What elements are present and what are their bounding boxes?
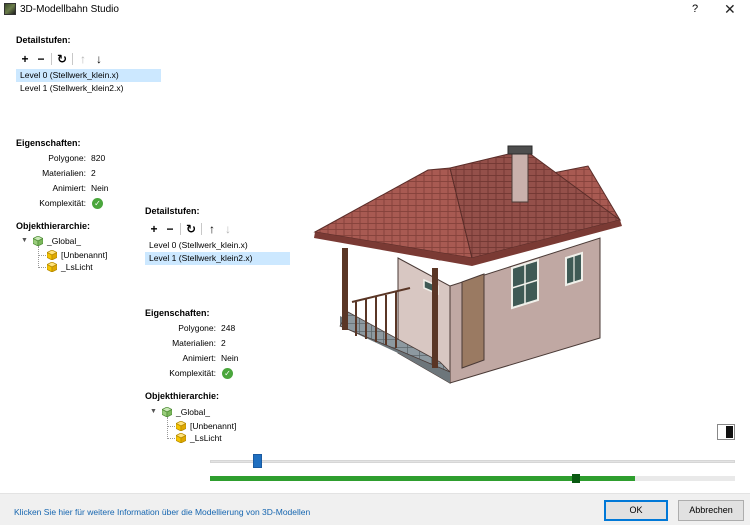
left-properties: Polygone: 820 Materialien: 2 Animiert: N… (0, 151, 150, 211)
add-level-icon[interactable]: + (148, 222, 160, 236)
complexity-ok-icon: ✓ (92, 198, 103, 209)
prop-row: Polygone: 248 (130, 321, 280, 336)
toolbar-separator (51, 53, 52, 65)
tree-line (167, 438, 175, 439)
middle-level-list: Level 0 (Stellwerk_klein.x) Level 1 (Ste… (145, 239, 290, 265)
level-item[interactable]: Level 0 (Stellwerk_klein.x) (145, 239, 290, 252)
tree-line (167, 426, 175, 427)
tree-node-child[interactable]: _LsLicht (61, 261, 93, 273)
window-title: 3D-Modellbahn Studio (20, 4, 119, 15)
prop-row: Animiert: Nein (130, 351, 280, 366)
prop-key: Polygone: (48, 153, 86, 163)
prop-value: 820 (91, 153, 106, 163)
prop-row: Polygone: 820 (0, 151, 150, 166)
tree-line (38, 267, 46, 268)
mesh-cube-icon (47, 262, 57, 272)
title-bar: 3D-Modellbahn Studio ? ✕ (0, 0, 750, 20)
close-button[interactable]: ✕ (724, 1, 736, 18)
lod-slider-thumb[interactable] (571, 474, 580, 483)
prop-value: Nein (221, 353, 239, 363)
middle-level-toolbar: + − ↻ ↑ ↓ (148, 222, 234, 236)
remove-level-icon[interactable]: − (164, 222, 176, 236)
prop-row: Komplexität: ✓ (130, 366, 280, 381)
help-button[interactable]: ? (692, 3, 698, 15)
prop-row: Materialien: 2 (130, 336, 280, 351)
level-item[interactable]: Level 1 (Stellwerk_klein2.x) (16, 82, 161, 95)
left-props-title: Eigenschaften: (16, 138, 81, 148)
ok-button[interactable]: OK (604, 500, 668, 521)
prop-row: Materialien: 2 (0, 166, 150, 181)
left-level-toolbar: + − ↻ ↑ ↓ (19, 52, 105, 66)
mesh-cube-icon (176, 433, 186, 443)
refresh-icon[interactable]: ↻ (56, 52, 68, 66)
left-object-tree: ▼ _Global_ [Unbenannt] _LsLicht (16, 234, 146, 274)
tree-node-child[interactable]: [Unbenannt] (61, 249, 107, 261)
complexity-ok-icon: ✓ (222, 368, 233, 379)
prop-key: Komplexität: (39, 198, 86, 208)
add-level-icon[interactable]: + (19, 52, 31, 66)
middle-properties: Polygone: 248 Materialien: 2 Animiert: N… (130, 321, 280, 381)
move-up-icon[interactable]: ↑ (206, 222, 218, 236)
prop-key: Polygone: (178, 323, 216, 333)
roof-left (313, 167, 473, 259)
tree-line (38, 255, 46, 256)
group-cube-icon (33, 236, 43, 246)
mesh-cube-icon (47, 250, 57, 260)
prop-key: Komplexität: (169, 368, 216, 378)
door (461, 273, 485, 369)
prop-value: 2 (91, 168, 96, 178)
tree-line (167, 417, 168, 439)
middle-props-title: Eigenschaften: (145, 308, 210, 318)
prop-value: 2 (221, 338, 226, 348)
compare-slider-track[interactable] (210, 460, 735, 463)
app-icon (4, 3, 16, 15)
refresh-icon[interactable]: ↻ (185, 222, 197, 236)
prop-key: Materialien: (172, 338, 216, 348)
tree-expand-icon[interactable]: ▼ (150, 408, 157, 415)
tree-node-root[interactable]: _Global_ (176, 406, 210, 418)
porch-post (432, 268, 438, 368)
level-item[interactable]: Level 0 (Stellwerk_klein.x) (16, 69, 161, 82)
prop-key: Animiert: (182, 353, 216, 363)
middle-detail-title: Detailstufen: (145, 206, 200, 216)
remove-level-icon[interactable]: − (35, 52, 47, 66)
porch-post (342, 248, 348, 330)
move-down-icon[interactable]: ↓ (93, 52, 105, 66)
prop-row: Animiert: Nein (0, 181, 150, 196)
level-item[interactable]: Level 1 (Stellwerk_klein2.x) (145, 252, 290, 265)
tree-line (38, 246, 39, 268)
compare-slider-thumb[interactable] (253, 454, 263, 468)
chimney-cap (507, 145, 533, 155)
middle-hierarchy-title: Objekthierarchie: (145, 391, 220, 401)
tree-node-child[interactable]: _LsLicht (190, 432, 222, 444)
prop-value: Nein (91, 183, 109, 193)
prop-key: Animiert: (52, 183, 86, 193)
info-link[interactable]: Klicken Sie hier für weitere Information… (14, 507, 310, 517)
tree-node-root[interactable]: _Global_ (47, 235, 81, 247)
model-3d-viewport[interactable] (300, 140, 640, 390)
move-up-icon[interactable]: ↑ (77, 52, 89, 66)
left-level-list: Level 0 (Stellwerk_klein.x) Level 1 (Ste… (16, 69, 161, 95)
tree-expand-icon[interactable]: ▼ (21, 237, 28, 244)
prop-value: 248 (221, 323, 236, 333)
middle-object-tree: ▼ _Global_ [Unbenannt] _LsLicht (145, 405, 275, 445)
left-hierarchy-title: Objekthierarchie: (16, 221, 91, 231)
lod-slider-track[interactable] (210, 476, 735, 481)
left-detail-title: Detailstufen: (16, 35, 71, 45)
group-cube-icon (162, 407, 172, 417)
toolbar-separator (180, 223, 181, 235)
move-down-icon[interactable]: ↓ (222, 222, 234, 236)
toolbar-separator (72, 53, 73, 65)
prop-key: Materialien: (42, 168, 86, 178)
mesh-cube-icon (176, 421, 186, 431)
split-view-toggle[interactable] (717, 424, 735, 440)
cancel-button[interactable]: Abbrechen (678, 500, 744, 521)
toolbar-separator (201, 223, 202, 235)
chimney (511, 151, 529, 203)
tree-node-child[interactable]: [Unbenannt] (190, 420, 236, 432)
prop-row: Komplexität: ✓ (0, 196, 150, 211)
